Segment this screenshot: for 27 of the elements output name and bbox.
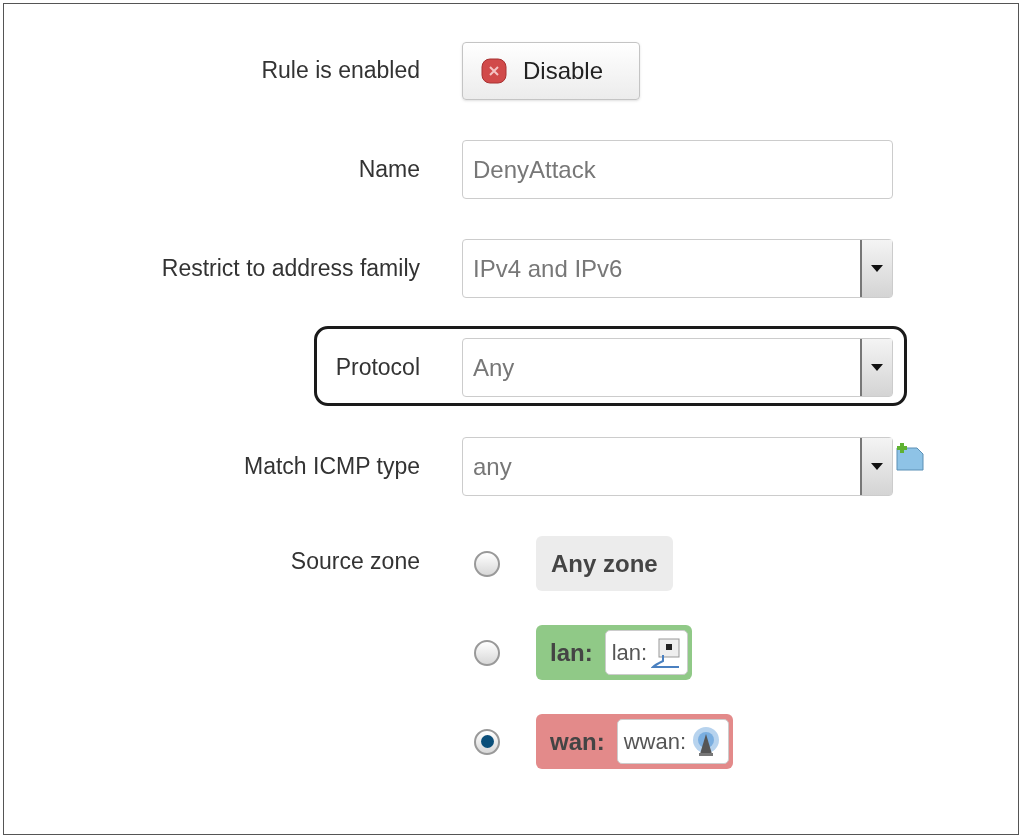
field-label: Restrict to address family [160,254,420,284]
radio-button[interactable] [474,639,500,666]
close-icon [481,57,507,84]
radio-button[interactable] [474,550,500,577]
zone-name: wan: [550,726,605,757]
zone-badge[interactable]: wan: wwan: [536,714,734,769]
zone-badge[interactable]: Any zone [536,536,673,591]
zone-name: lan: [550,637,593,668]
select-field[interactable]: IPv4 and IPv6 [462,239,893,298]
zone-badge[interactable]: lan: lan: [536,625,693,680]
field-label: Name [357,155,420,185]
field-label: Rule is enabled [260,56,420,86]
network-name: wwan: [623,728,687,756]
name-field[interactable]: DenyAttack [462,140,893,199]
select-field[interactable]: any [462,437,893,496]
dropdown-arrow-icon [871,363,883,372]
radio-button[interactable] [474,728,500,755]
select-field[interactable]: Any [462,338,893,397]
add-icon[interactable] [893,441,925,472]
field-label: Source zone [289,547,420,576]
dropdown-arrow-icon [871,462,883,471]
disable-button[interactable]: Disable [462,41,640,100]
dropdown-arrow-icon [871,264,883,273]
field-label: Match ICMP type [243,452,420,482]
network-name: lan: [611,639,648,667]
field-label: Protocol [334,353,420,383]
ethernet-icon [651,636,682,669]
